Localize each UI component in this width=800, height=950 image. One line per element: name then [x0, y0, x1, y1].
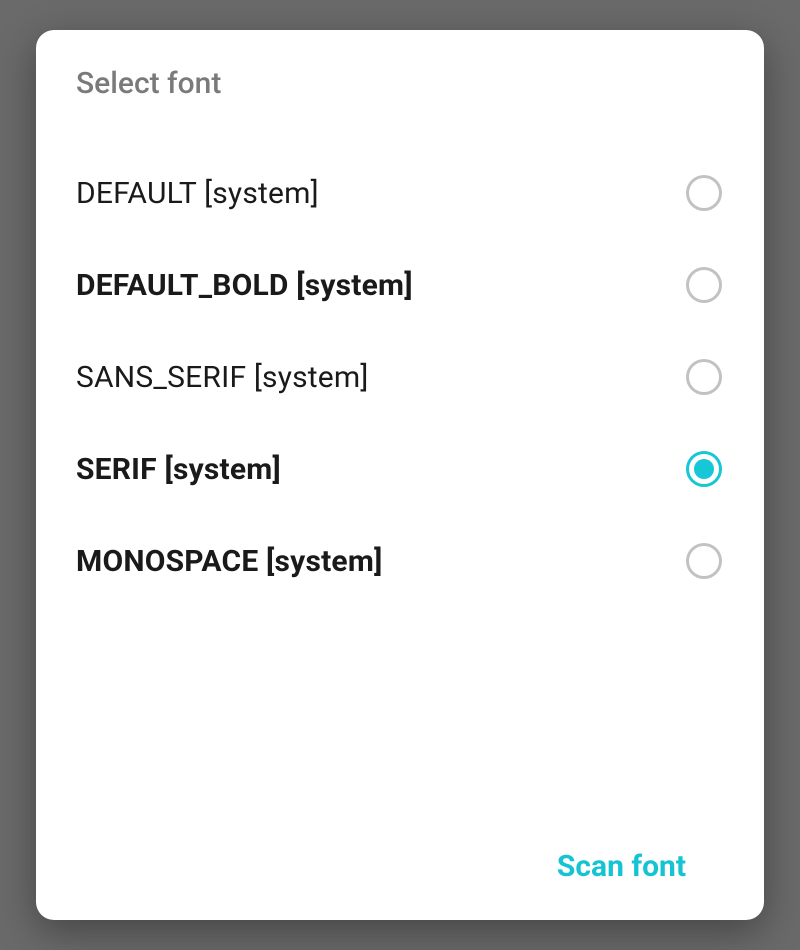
font-option-label: SANS_SERIF [system]	[76, 360, 369, 395]
font-option-monospace[interactable]: MONOSPACE [system]	[72, 515, 728, 607]
radio-icon	[686, 543, 722, 579]
font-option-label: DEFAULT_BOLD [system]	[76, 268, 413, 303]
font-option-serif[interactable]: SERIF [system]	[72, 423, 728, 515]
radio-selected-icon	[686, 451, 722, 487]
font-option-default[interactable]: DEFAULT [system]	[72, 147, 728, 239]
radio-dot-icon	[694, 459, 714, 479]
font-option-label: MONOSPACE [system]	[76, 544, 383, 579]
dialog-title: Select font	[72, 66, 728, 101]
font-option-label: SERIF [system]	[76, 452, 281, 487]
font-option-label: DEFAULT [system]	[76, 176, 319, 211]
font-options-list: DEFAULT [system] DEFAULT_BOLD [system] S…	[72, 147, 728, 819]
scan-font-button[interactable]: Scan font	[545, 839, 698, 894]
dialog-actions: Scan font	[72, 819, 728, 894]
radio-icon	[686, 175, 722, 211]
radio-icon	[686, 359, 722, 395]
font-option-sans-serif[interactable]: SANS_SERIF [system]	[72, 331, 728, 423]
font-option-default-bold[interactable]: DEFAULT_BOLD [system]	[72, 239, 728, 331]
select-font-dialog: Select font DEFAULT [system] DEFAULT_BOL…	[36, 30, 764, 920]
radio-icon	[686, 267, 722, 303]
